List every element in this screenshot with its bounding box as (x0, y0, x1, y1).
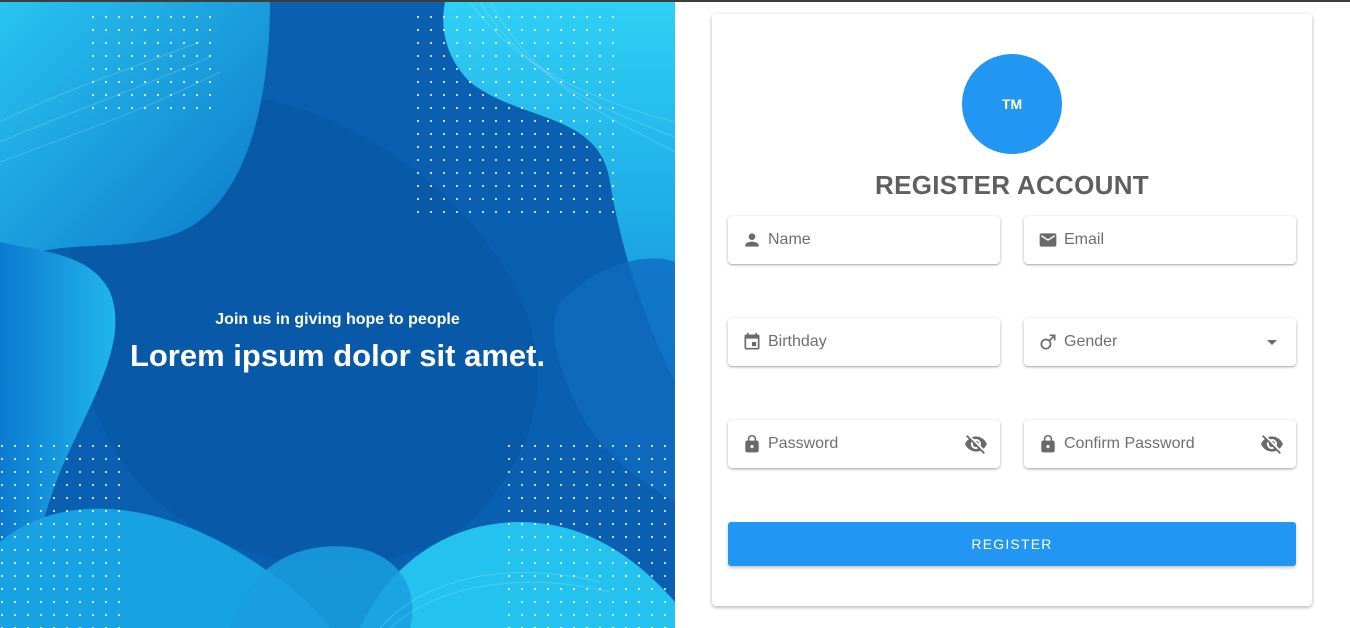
hero-subtitle: Join us in giving hope to people (215, 311, 460, 328)
gender-select[interactable]: Gender (1024, 318, 1296, 366)
hero-text-block: Join us in giving hope to people Lorem i… (0, 2, 675, 628)
hero-panel: Join us in giving hope to people Lorem i… (0, 2, 675, 628)
mail-icon (1038, 230, 1058, 250)
register-card: TM REGISTER ACCOUNT Name Email Birthday … (712, 14, 1312, 606)
gender-placeholder: Gender (1064, 333, 1118, 350)
name-field[interactable]: Name (728, 216, 1000, 264)
password-placeholder: Password (768, 435, 839, 452)
brand-logo: TM (962, 54, 1062, 154)
hero-headline: Lorem ipsum dolor sit amet. (129, 338, 546, 373)
birthday-placeholder: Birthday (768, 333, 827, 350)
visibility-off-icon[interactable] (1260, 432, 1284, 456)
form-title: REGISTER ACCOUNT (875, 170, 1149, 200)
brand-logo-text: TM (1001, 96, 1023, 112)
birthday-field[interactable]: Birthday (728, 318, 1000, 366)
register-button[interactable]: REGISTER (728, 522, 1296, 566)
visibility-off-icon[interactable] (964, 432, 988, 456)
email-field[interactable]: Email (1024, 216, 1296, 264)
male-icon (1038, 332, 1058, 352)
name-placeholder: Name (768, 231, 811, 248)
calendar-icon (742, 332, 762, 352)
person-icon (742, 230, 762, 250)
dropdown-arrow-icon[interactable] (1260, 330, 1284, 354)
confirm-password-placeholder: Confirm Password (1064, 435, 1195, 452)
password-field[interactable]: Password (728, 420, 1000, 468)
email-placeholder: Email (1064, 231, 1105, 248)
lock-icon (1038, 434, 1058, 454)
lock-icon (742, 434, 762, 454)
confirm-password-field[interactable]: Confirm Password (1024, 420, 1296, 468)
